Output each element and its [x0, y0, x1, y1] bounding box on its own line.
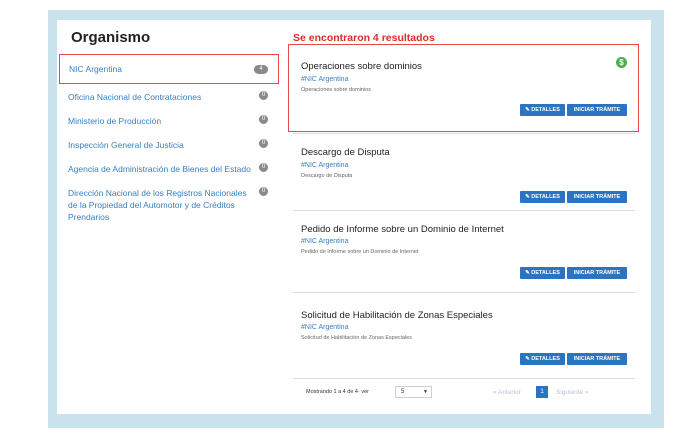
organismo-label: NIC Argentina: [69, 64, 122, 74]
organismo-label: Oficina Nacional de Contrataciones: [68, 92, 202, 102]
organismo-count-badge: 4: [254, 65, 268, 74]
start-procedure-button[interactable]: INICIAR TRÁMITE: [567, 104, 627, 116]
organismo-count-badge: 0: [259, 115, 268, 124]
organismo-item-ministerio-produccion[interactable]: Ministerio de Producción 0: [59, 115, 279, 127]
per-page-select[interactable]: 5 ▼: [395, 386, 432, 398]
organismo-label: Inspección General de Justicia: [68, 140, 184, 150]
card-description: Operaciones sobre dominios: [301, 87, 372, 93]
organismo-item-oficina-contrataciones[interactable]: Oficina Nacional de Contrataciones 0: [59, 91, 279, 103]
organismo-item-inspeccion-justicia[interactable]: Inspección General de Justicia 0: [59, 139, 279, 151]
per-page-value: 5: [401, 389, 405, 395]
card-title: Descargo de Disputa: [301, 147, 390, 158]
organismo-label: Ministerio de Producción: [68, 116, 162, 126]
results-count-header: Se encontraron 4 resultados: [293, 32, 435, 44]
organismo-item-registros-automotor[interactable]: Dirección Nacional de los Registros Naci…: [59, 187, 279, 223]
organismo-count-badge: 0: [259, 91, 268, 100]
showing-count-text: Mostrando 1 a 4 de 4· ver: [306, 389, 369, 395]
details-button[interactable]: ✎ DETALLES: [520, 267, 565, 279]
card-title: Pedido de Informe sobre un Dominio de In…: [301, 224, 504, 235]
organismo-label: Dirección Nacional de los Registros Naci…: [68, 188, 247, 222]
next-page-link[interactable]: Siguiente »: [556, 389, 589, 396]
start-procedure-button[interactable]: INICIAR TRÁMITE: [567, 191, 627, 203]
dollar-icon: $: [616, 57, 627, 68]
organismo-item-agencia-bienes[interactable]: Agencia de Administración de Bienes del …: [59, 163, 279, 175]
organismo-title: Organismo: [71, 29, 151, 46]
card-description: Solicitud de Habilitación de Zonas Espec…: [301, 335, 412, 341]
organismo-count-badge: 0: [259, 187, 268, 196]
result-card: Descargo de Disputa #NIC Argentina Desca…: [293, 138, 635, 208]
organismo-count-badge: 0: [259, 163, 268, 172]
current-page-button[interactable]: 1: [536, 386, 548, 398]
result-card: Operaciones sobre dominios $ #NIC Argent…: [293, 50, 635, 120]
details-button[interactable]: ✎ DETALLES: [520, 353, 565, 365]
result-card: Pedido de Informe sobre un Dominio de In…: [293, 214, 635, 284]
card-title: Operaciones sobre dominios: [301, 61, 422, 72]
organismo-count-badge: 0: [259, 139, 268, 148]
organismo-list: NIC Argentina 4 Oficina Nacional de Cont…: [59, 54, 279, 223]
card-organismo-link[interactable]: #NIC Argentina: [301, 162, 348, 169]
organismo-label: Agencia de Administración de Bienes del …: [68, 164, 251, 174]
divider: [293, 210, 635, 211]
result-card: Solicitud de Habilitación de Zonas Espec…: [293, 300, 635, 370]
card-description: Pedido de Informe sobre un Dominio de In…: [301, 249, 419, 255]
divider: [293, 133, 635, 134]
card-organismo-link[interactable]: #NIC Argentina: [301, 76, 348, 83]
card-title: Solicitud de Habilitación de Zonas Espec…: [301, 310, 493, 321]
details-button[interactable]: ✎ DETALLES: [520, 104, 565, 116]
card-organismo-link[interactable]: #NIC Argentina: [301, 238, 348, 245]
start-procedure-button[interactable]: INICIAR TRÁMITE: [567, 353, 627, 365]
details-button[interactable]: ✎ DETALLES: [520, 191, 565, 203]
organismo-item-nic-argentina[interactable]: NIC Argentina 4: [59, 54, 279, 84]
divider: [293, 292, 635, 293]
card-description: Descargo de Disputa: [301, 173, 353, 179]
card-organismo-link[interactable]: #NIC Argentina: [301, 324, 348, 331]
previous-page-link[interactable]: « Anterior: [493, 389, 521, 396]
divider: [293, 378, 635, 379]
chevron-down-icon: ▼: [423, 389, 428, 395]
start-procedure-button[interactable]: INICIAR TRÁMITE: [567, 267, 627, 279]
